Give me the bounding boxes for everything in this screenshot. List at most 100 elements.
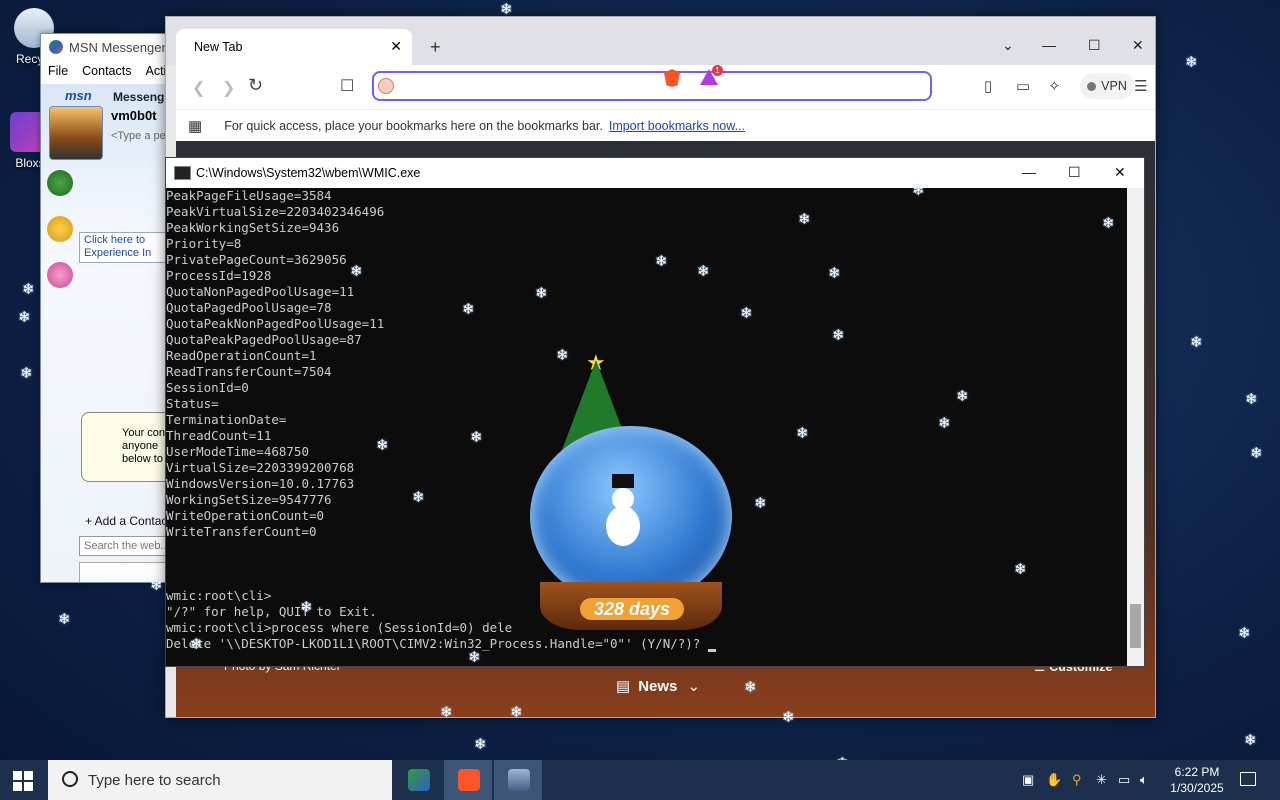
search-icon: [62, 771, 78, 787]
snow-globe-base: 328 days: [540, 582, 722, 630]
tray-app-icon[interactable]: ▣: [1022, 772, 1034, 788]
snowflake-icon: ❄: [832, 327, 845, 344]
snowflake-icon: ❄: [18, 309, 31, 326]
tab-search-chevron-icon[interactable]: ⌄: [1002, 37, 1014, 54]
console-line: PeakVirtualSize=2203402346496: [166, 204, 385, 219]
msn-search-input[interactable]: Search the web...: [79, 536, 179, 556]
flower-icon[interactable]: [47, 262, 73, 288]
rewards-badge: 1: [712, 65, 723, 76]
snowflake-icon: ❄: [150, 577, 163, 594]
bookmarks-hint: For quick access, place your bookmarks h…: [224, 119, 603, 133]
apps-grid-icon[interactable]: ▦: [188, 117, 202, 135]
forward-arrow-icon[interactable]: ❯: [222, 78, 235, 98]
console-line: QuotaPeakNonPagedPoolUsage=11: [166, 316, 385, 331]
snowflake-icon: ❄: [1185, 54, 1198, 71]
tray-paw-icon[interactable]: ✋: [1046, 772, 1062, 788]
bookmark-icon[interactable]: ☐: [340, 76, 354, 96]
network-icon[interactable]: ▭: [1118, 772, 1130, 788]
tab-strip: New Tab ✕ + ⌄ — ☐ ✕: [166, 17, 1155, 65]
taskbar: Type here to search ▣ ✋ ⚲ ✳ ▭ 🔈︎ 6:22 PM…: [0, 760, 1280, 800]
snowflake-icon: ❄: [912, 182, 925, 199]
msn-brand-word: Messeng: [113, 90, 165, 104]
snowflake-icon: ❄: [1245, 391, 1258, 408]
minimize-button[interactable]: —: [1042, 37, 1056, 53]
msn-personal-message[interactable]: <Type a pe: [111, 130, 166, 142]
snowflake-icon: ❄: [470, 429, 483, 446]
brave-shields-icon[interactable]: [664, 69, 680, 87]
menu-icon[interactable]: ☰: [1134, 77, 1147, 95]
maximize-button[interactable]: ☐: [1088, 37, 1101, 54]
taskbar-brave[interactable]: [444, 760, 492, 800]
clock-date: 1/30/2025: [1170, 781, 1224, 795]
snowflake-icon: ❄: [20, 365, 33, 382]
snowflake-icon: ❄: [350, 263, 363, 280]
close-tab-icon[interactable]: ✕: [390, 38, 402, 55]
days-counter: 328 days: [580, 598, 684, 620]
snowflake-icon: ❄: [655, 253, 668, 270]
news-icon: ▤: [616, 678, 631, 695]
taskbar-msn-messenger[interactable]: [394, 760, 442, 800]
console-title-bar[interactable]: C:\Windows\System32\wbem\WMIC.exe — ☐ ✕: [166, 158, 1144, 188]
notification-center-icon[interactable]: [1240, 772, 1256, 786]
msn-menu-contacts[interactable]: Contacts: [82, 64, 131, 78]
tab-new-tab[interactable]: New Tab ✕: [176, 29, 412, 65]
console-maximize-button[interactable]: ☐: [1068, 164, 1081, 181]
msn-username[interactable]: vm0b0t: [111, 108, 157, 123]
start-button[interactable]: [13, 771, 33, 791]
news-label: News: [638, 678, 678, 695]
snowflake-icon: ❄: [740, 305, 753, 322]
console-title: C:\Windows\System32\wbem\WMIC.exe: [196, 166, 421, 180]
snowflake-icon: ❄: [1250, 445, 1263, 462]
avatar[interactable]: [49, 106, 103, 160]
new-tab-button[interactable]: +: [430, 37, 441, 58]
console-icon: [508, 769, 530, 791]
console-scrollbar[interactable]: [1127, 188, 1144, 666]
snowflake-icon: ❄: [782, 709, 795, 726]
sidebar-icon[interactable]: ▯: [984, 77, 992, 95]
reload-icon[interactable]: ↻: [248, 75, 263, 96]
console-line: Priority=8: [166, 236, 242, 251]
snowflake-icon: ❄: [468, 649, 481, 666]
console-close-button[interactable]: ✕: [1114, 164, 1126, 181]
console-line: QuotaNonPagedPoolUsage=11: [166, 284, 355, 299]
bell-icon[interactable]: [47, 216, 73, 242]
snowflake-icon: ❄: [556, 347, 569, 364]
msn-butterfly-icon: [49, 40, 63, 54]
console-cursor: [708, 649, 717, 652]
msn-messenger-icon: [408, 769, 430, 791]
back-arrow-icon[interactable]: ❮: [192, 78, 205, 98]
leo-ai-icon[interactable]: ✧: [1048, 77, 1061, 95]
site-info-icon[interactable]: [378, 78, 394, 94]
brave-icon: [458, 769, 480, 791]
import-bookmarks-link[interactable]: Import bookmarks now...: [609, 119, 745, 133]
snowflake-icon: ❄: [440, 704, 453, 721]
snowflake-icon: ❄: [500, 1, 513, 18]
msn-menu-file[interactable]: File: [48, 64, 68, 78]
news-button[interactable]: ▤ News ⌄: [616, 677, 700, 695]
snowflake-icon: ❄: [58, 611, 71, 628]
volume-icon[interactable]: 🔈︎: [1140, 772, 1148, 788]
vpn-button[interactable]: VPN: [1080, 73, 1134, 99]
tray-snowflake-icon[interactable]: ✳: [1096, 772, 1107, 788]
msn-window-title: MSN Messenger: [69, 39, 166, 55]
console-minimize-button[interactable]: —: [1022, 164, 1036, 180]
add-contact-link[interactable]: + Add a Contac: [85, 514, 167, 528]
wallet-icon[interactable]: ▭: [1016, 77, 1030, 95]
scrollbar-thumb[interactable]: [1130, 604, 1141, 648]
snowflake-icon: ❄: [754, 495, 767, 512]
snowflake-icon: ❄: [1244, 732, 1257, 749]
close-button[interactable]: ✕: [1132, 37, 1144, 54]
snowflake-icon: ❄: [1238, 625, 1251, 642]
contacts-tab-icon[interactable]: [47, 170, 73, 196]
console-line: QuotaPeakPagedPoolUsage=87: [166, 332, 362, 347]
console-line: PeakWorkingSetSize=9436: [166, 220, 340, 235]
snow-globe-widget[interactable]: ★ 328 days: [530, 350, 732, 640]
taskbar-wmic[interactable]: [494, 760, 542, 800]
msn-title-bar[interactable]: MSN Messenger: [41, 34, 181, 60]
tray-search-icon[interactable]: ⚲: [1072, 772, 1082, 788]
msn-logo: msn: [65, 88, 92, 103]
taskbar-search-box[interactable]: Type here to search: [48, 760, 392, 800]
snowflake-icon: ❄: [300, 599, 313, 616]
system-clock[interactable]: 6:22 PM 1/30/2025: [1162, 764, 1232, 796]
address-bar[interactable]: [372, 71, 932, 101]
